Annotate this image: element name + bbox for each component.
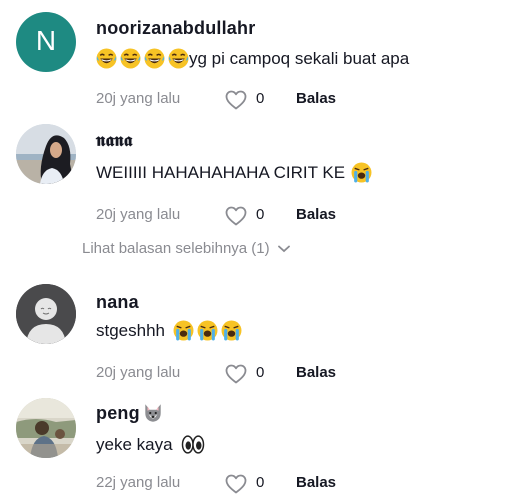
comment-text: yg pi campoq sekali buat apa [96,48,409,69]
avatar-photo [16,398,76,458]
avatar[interactable] [16,124,76,184]
comment-meta: 20j yang lalu 0 Balas [96,88,496,112]
reply-button[interactable]: Balas [296,90,336,107]
comment-meta: 20j yang lalu 0 Balas [96,362,496,386]
laughing-tears-emoji [120,48,141,69]
loudly-crying-emoji [173,320,194,341]
comment-meta: 22j yang lalu 0 Balas [96,472,496,496]
comment-text: stgeshhh [96,320,242,341]
timestamp: 22j yang lalu [96,474,181,491]
reply-button[interactable]: Balas [296,474,336,491]
timestamp: 20j yang lalu [96,90,181,107]
laughing-tears-emoji [168,48,189,69]
comment-text-content: WEIIIII HAHAHAHAHA CIRIT KE [96,162,346,182]
reply-button[interactable]: Balas [296,206,336,223]
like-count: 0 [256,474,265,491]
like-count: 0 [256,90,265,107]
like-count: 0 [256,206,265,223]
comment-text: yeke kaya [96,434,205,455]
heart-icon[interactable] [224,204,248,228]
loudly-crying-emoji [221,320,242,341]
laughing-tears-emoji [96,48,117,69]
heart-icon[interactable] [224,362,248,386]
timestamp: 20j yang lalu [96,364,181,381]
loudly-crying-emoji [351,162,372,183]
avatar-photo [16,124,76,184]
comment-username[interactable]: peng [96,402,164,424]
heart-icon[interactable] [224,88,248,112]
comment-text-content: stgeshhh [96,320,165,340]
avatar[interactable]: N [16,12,76,72]
view-more-replies-label: Lihat balasan selebihnya (1) [82,240,270,257]
avatar[interactable] [16,284,76,344]
comment-text: WEIIIII HAHAHAHAHA CIRIT KE [96,162,372,183]
comment-username[interactable]: nana [96,292,139,313]
laughing-tears-emoji [144,48,165,69]
reply-button[interactable]: Balas [296,364,336,381]
default-avatar-icon [16,284,76,344]
comment-username[interactable]: noorizanabdullahr [96,18,255,39]
comment-meta: 20j yang lalu 0 Balas [96,204,496,228]
comment-username[interactable]: 𝖓𝖆𝖓𝖆 [96,130,132,151]
comment-text-content: yeke kaya [96,434,173,454]
avatar[interactable] [16,398,76,458]
heart-icon[interactable] [224,472,248,496]
chevron-down-icon [277,245,290,252]
eyes-emoji [181,435,204,454]
comment-text-content: yg pi campoq sekali buat apa [189,48,410,68]
timestamp: 20j yang lalu [96,206,181,223]
avatar-letter: N [35,25,57,56]
like-count: 0 [256,364,265,381]
loudly-crying-emoji [197,320,218,341]
wolf-emoji [145,404,161,422]
view-more-replies-button[interactable]: Lihat balasan selebihnya (1) [82,240,290,257]
comment-username-text: peng [96,402,140,423]
